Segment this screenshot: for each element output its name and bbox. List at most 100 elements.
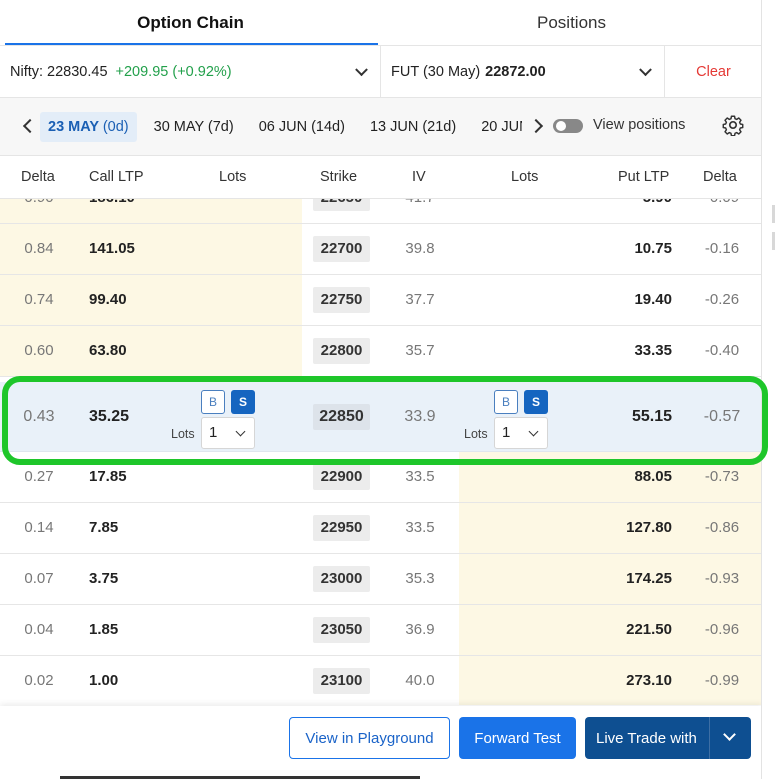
table-row[interactable]: 0.02 1.00 23100 40.0 273.10 -0.99 [0,656,761,705]
put-lots-value: 1 [502,424,511,441]
strike-price: 23100 [313,668,370,694]
scrollbar[interactable] [772,232,775,250]
put-ltp[interactable]: 88.05 [560,452,672,502]
implied-volatility: 41.7 [388,199,452,223]
implied-volatility: 33.5 [405,468,435,485]
call-lots-select[interactable]: 1 [201,417,255,449]
call-delta: 0.60 [24,342,54,359]
table-row[interactable]: 0.84 141.05 22700 39.8 10.75 -0.16 [0,224,761,275]
put-ltp[interactable]: 221.50 [560,605,672,655]
put-ltp[interactable]: 273.10 [560,656,672,705]
live-trade-label: Live Trade with [596,729,697,747]
chevron-right-icon[interactable] [530,118,546,134]
table-row[interactable]: 0.04 1.85 23050 36.9 221.50 -0.96 [0,605,761,656]
chevron-down-icon [235,426,246,437]
view-positions-toggle[interactable] [553,119,583,133]
scroll-track [762,0,776,779]
atm-row[interactable]: 0.43 35.25 22850 33.9 55.15 -0.57 B S Lots 1 B S Lot… [0,382,761,452]
call-ltp[interactable]: 17.85 [89,452,127,502]
strike-price: 22800 [313,338,370,364]
nifty-change: +209.95 (+0.92%) [115,63,232,80]
expiry-dte: (0d) [102,119,129,135]
table-row[interactable]: 0.07 3.75 23000 35.3 174.25 -0.93 [0,554,761,605]
expiry-date: 13 JUN [369,119,419,135]
table-header: Delta Call LTP Lots Strike IV Lots Put L… [0,157,761,199]
futures-selector[interactable]: FUT (30 May) 22872.00 [381,46,665,97]
col-put-delta: Delta [703,169,737,185]
view-in-playground-button[interactable]: View in Playground [289,717,450,759]
gear-icon[interactable] [722,114,744,136]
col-call-ltp: Call LTP [89,169,144,185]
implied-volatility: 37.7 [405,291,435,308]
clear-button[interactable]: Clear [665,46,761,97]
toggle-knob [556,121,566,131]
put-delta: -0.26 [704,291,740,308]
table-row[interactable]: 0.14 7.85 22950 33.5 127.80 -0.86 [0,503,761,554]
call-sell-button[interactable]: S [231,390,255,414]
tab-option-chain[interactable]: Option Chain [0,0,381,45]
expiry-item[interactable]: 06 JUN (14d) [251,112,353,142]
put-ltp[interactable]: 10.75 [560,224,672,274]
expiry-dte: (21d) [422,119,457,135]
chevron-down-icon[interactable] [355,62,368,76]
put-ltp[interactable]: 127.80 [560,503,672,553]
put-lots-select[interactable]: 1 [494,417,548,449]
col-put-ltp: Put LTP [618,169,670,185]
chevron-down-icon[interactable] [639,62,652,76]
forward-test-button[interactable]: Forward Test [459,717,576,759]
nifty-label: Nifty: [10,63,44,80]
table-row[interactable]: 0.60 63.80 22800 35.7 33.35 -0.40 [0,326,761,377]
expiry-date: 23 MAY [48,119,99,135]
call-delta: 0.90 [0,199,78,223]
call-ltp[interactable]: 7.85 [89,503,118,553]
put-ltp[interactable]: 19.40 [560,275,672,325]
call-ltp[interactable]: 186.10 [89,199,135,223]
put-buy-button[interactable]: B [494,390,518,414]
expiry-item[interactable]: 13 JUN (21d) [362,112,464,142]
chevron-down-icon[interactable] [723,728,736,741]
put-buy-sell-group: BS [494,390,548,414]
call-ltp[interactable]: 35.25 [89,382,129,452]
call-ltp[interactable]: 1.00 [89,656,118,705]
expiry-item[interactable]: 30 MAY (7d) [146,112,242,142]
fut-label: FUT (30 May) [391,63,481,80]
strike-price: 22700 [313,236,370,262]
put-ltp[interactable]: 5.90 [560,199,672,223]
table-row[interactable]: 0.74 99.40 22750 37.7 19.40 -0.26 [0,275,761,326]
call-ltp[interactable]: 1.85 [89,605,118,655]
expiry-date: 06 JUN [258,119,308,135]
tab-positions[interactable]: Positions [381,0,761,45]
put-ltp[interactable]: 55.15 [560,382,672,452]
strike-price: 23000 [313,566,370,592]
call-buy-button[interactable]: B [201,390,225,414]
put-lots-label: Lots [464,427,488,441]
scrollbar[interactable] [772,205,775,223]
expiry-item[interactable]: 20 JUN (28d) [473,112,522,142]
strike-price: 22750 [313,287,370,313]
nifty-spot-selector[interactable]: Nifty: 22830.45 +209.95 (+0.92%) [0,46,381,97]
price-bar: Nifty: 22830.45 +209.95 (+0.92%) FUT (30… [0,46,761,98]
live-trade-button[interactable]: Live Trade with [585,717,751,759]
nifty-value: 22830.45 [47,63,108,80]
view-positions-label: View positions [593,117,686,133]
call-ltp[interactable]: 63.80 [89,326,127,376]
put-ltp[interactable]: 33.35 [560,326,672,376]
chevron-left-icon[interactable] [19,118,35,134]
put-sell-button[interactable]: S [524,390,548,414]
expiry-dte: (7d) [207,119,234,135]
implied-volatility: 40.0 [405,672,435,689]
table-row[interactable]: 0.90 186.10 22650 41.7 5.90 -0.09 [0,199,761,224]
strike-price: 22950 [313,515,370,541]
table-row[interactable]: 0.27 17.85 22900 33.5 88.05 -0.73 [0,452,761,503]
col-call-delta: Delta [21,169,55,185]
expiry-item[interactable]: 23 MAY (0d) [40,112,137,142]
expiry-dte: (14d) [311,119,345,135]
col-iv: IV [412,169,426,185]
put-ltp[interactable]: 174.25 [560,554,672,604]
call-ltp[interactable]: 3.75 [89,554,118,604]
call-ltp[interactable]: 99.40 [89,275,127,325]
tab-bar: Option Chain Positions [0,0,761,45]
call-ltp[interactable]: 141.05 [89,224,135,274]
option-chain-rows: 0.90 186.10 22650 41.7 5.90 -0.09 0.84 141.05 22… [0,199,761,705]
divider [709,717,710,759]
